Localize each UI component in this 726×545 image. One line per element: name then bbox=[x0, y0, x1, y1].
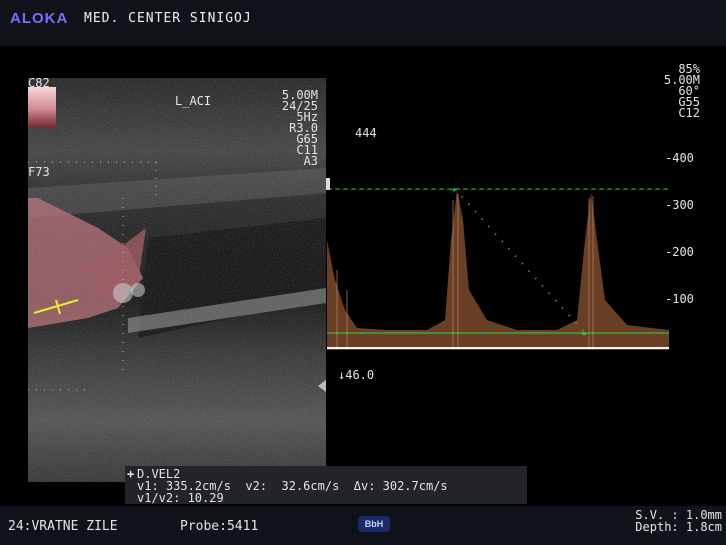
doppler-spectrum[interactable]: + + bbox=[327, 180, 669, 370]
exam-label: 24:VRATNE ZILE bbox=[8, 519, 118, 534]
depth-label: Depth: 1.8cm bbox=[635, 520, 722, 534]
triangle-left-icon[interactable] bbox=[318, 380, 326, 392]
baseline-label: ↓46.0 bbox=[338, 368, 375, 382]
bmode-params: 5.00M 24/25 5Hz R3.0 G65 C11 A3 bbox=[250, 89, 318, 168]
scale-tick: -300 bbox=[665, 198, 694, 212]
gain-label: C82 bbox=[28, 76, 50, 90]
scale-tick: -400 bbox=[665, 151, 694, 165]
vessel-label: L_ACI bbox=[175, 94, 212, 108]
focus-label: F73 bbox=[28, 165, 50, 179]
brand-logo: ALOKA bbox=[10, 10, 69, 27]
cross-icon: + bbox=[127, 467, 135, 481]
probe-label: Probe:5411 bbox=[180, 519, 259, 534]
doppler-params: 85% 5.00M 60° G55 C12 bbox=[630, 63, 700, 120]
color-map-bar bbox=[28, 87, 56, 127]
doppler-param: C12 bbox=[678, 106, 700, 120]
scale-tick: -100 bbox=[665, 292, 694, 306]
svg-text:+: + bbox=[581, 329, 587, 340]
baseline-marker[interactable] bbox=[326, 178, 330, 190]
measurement-line2: v1/v2: 10.29 bbox=[137, 491, 224, 505]
bmode-param: A3 bbox=[303, 154, 318, 168]
clinic-name: MED. CENTER SINIGOJ bbox=[84, 11, 252, 26]
scale-tick: -200 bbox=[665, 245, 694, 259]
prf-label: 444 bbox=[355, 126, 377, 140]
bbh-badge[interactable]: BbH bbox=[358, 516, 390, 532]
svg-text:+: + bbox=[451, 185, 457, 196]
